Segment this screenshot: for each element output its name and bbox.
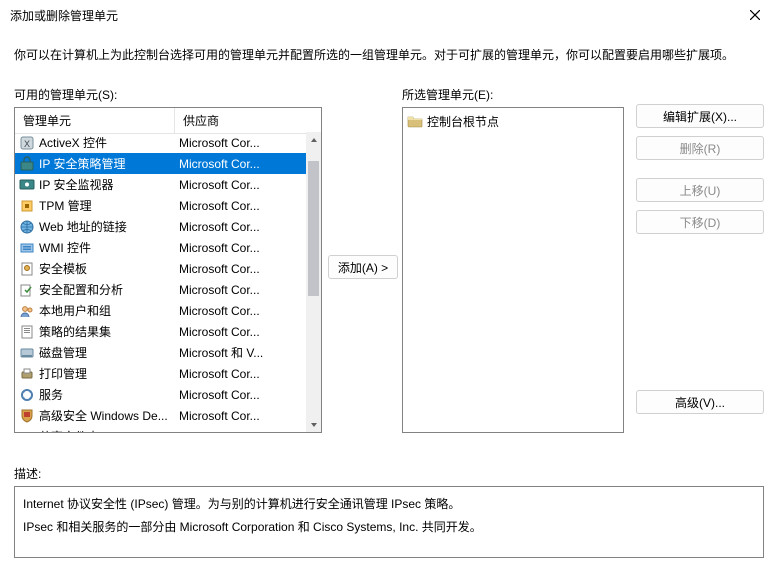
list-item[interactable]: TPM 管理Microsoft Cor...: [15, 195, 306, 216]
snapin-vendor: Microsoft Cor...: [175, 220, 302, 234]
available-scrollbar[interactable]: [306, 132, 321, 432]
snapin-name: 本地用户和组: [39, 302, 175, 319]
snapin-name: 磁盘管理: [39, 344, 175, 361]
snapin-icon: [19, 387, 35, 403]
list-item[interactable]: IP 安全监视器Microsoft Cor...: [15, 174, 306, 195]
add-button[interactable]: 添加(A) >: [328, 255, 398, 279]
snapin-vendor: Microsoft Cor...: [175, 199, 302, 213]
snapin-icon: [19, 345, 35, 361]
list-item[interactable]: Web 地址的链接Microsoft Cor...: [15, 216, 306, 237]
titlebar: 添加或删除管理单元: [0, 0, 778, 30]
list-item[interactable]: WMI 控件Microsoft Cor...: [15, 237, 306, 258]
intro-text: 你可以在计算机上为此控制台选择可用的管理单元并配置所选的一组管理单元。对于可扩展…: [0, 30, 778, 65]
snapin-icon: [19, 177, 35, 193]
snapin-vendor: Microsoft Cor...: [175, 367, 302, 381]
snapin-icon: [19, 240, 35, 256]
description-label: 描述:: [14, 465, 764, 482]
available-header: 管理单元 供应商: [15, 108, 321, 134]
snapin-icon: [19, 324, 35, 340]
description-line2: IPsec 和相关服务的一部分由 Microsoft Corporation 和…: [23, 516, 755, 539]
tree-root-label: 控制台根节点: [427, 113, 499, 130]
snapin-name: 安全配置和分析: [39, 281, 175, 298]
snapin-name: 策略的结果集: [39, 323, 175, 340]
snapin-vendor: Microsoft 和 V...: [175, 344, 302, 361]
snapin-icon: [19, 303, 35, 319]
selected-label: 所选管理单元(E):: [402, 86, 624, 103]
snapin-name: 服务: [39, 386, 175, 403]
snapin-name: Web 地址的链接: [39, 218, 175, 235]
snapin-name: 安全模板: [39, 260, 175, 277]
scroll-thumb[interactable]: [308, 161, 319, 296]
list-item[interactable]: 安全配置和分析Microsoft Cor...: [15, 279, 306, 300]
snapin-vendor: Microsoft Cor...: [175, 409, 302, 423]
description-box: Internet 协议安全性 (IPsec) 管理。为与别的计算机进行安全通讯管…: [14, 486, 764, 558]
list-item[interactable]: 服务Microsoft Cor...: [15, 384, 306, 405]
description-section: 描述: Internet 协议安全性 (IPsec) 管理。为与别的计算机进行安…: [14, 465, 764, 561]
list-item[interactable]: X ActiveX 控件Microsoft Cor...: [15, 132, 306, 153]
close-button[interactable]: [732, 0, 778, 30]
list-item[interactable]: 本地用户和组Microsoft Cor...: [15, 300, 306, 321]
list-item[interactable]: IP 安全策略管理Microsoft Cor...: [15, 153, 306, 174]
svg-text:X: X: [24, 139, 30, 149]
snapin-icon: [19, 282, 35, 298]
scroll-down-button[interactable]: [306, 417, 321, 432]
snapin-name: WMI 控件: [39, 239, 175, 256]
available-label: 可用的管理单元(S):: [14, 86, 322, 103]
snapin-vendor: Microsoft Cor...: [175, 304, 302, 318]
selected-section: 所选管理单元(E): 控制台根节点: [402, 86, 624, 433]
snapin-icon: X: [19, 135, 35, 151]
snapin-vendor: Microsoft Cor...: [175, 430, 302, 433]
description-line1: Internet 协议安全性 (IPsec) 管理。为与别的计算机进行安全通讯管…: [23, 493, 755, 516]
available-list-body: XActiveX 控件Microsoft Cor...IP 安全策略管理Micr…: [15, 132, 306, 432]
close-icon: [750, 10, 760, 20]
available-listview[interactable]: 管理单元 供应商 XActiveX 控件Microsoft Cor...IP 安…: [14, 107, 322, 433]
snapin-icon: [19, 198, 35, 214]
snapin-name: ActiveX 控件: [39, 134, 175, 151]
snapin-vendor: Microsoft Cor...: [175, 325, 302, 339]
col-header-vendor[interactable]: 供应商: [175, 108, 321, 134]
selected-tree[interactable]: 控制台根节点: [402, 107, 624, 433]
snapin-name: 打印管理: [39, 365, 175, 382]
list-item[interactable]: 打印管理Microsoft Cor...: [15, 363, 306, 384]
move-down-button[interactable]: 下移(D): [636, 210, 764, 234]
snapin-icon: [19, 429, 35, 433]
snapin-vendor: Microsoft Cor...: [175, 283, 302, 297]
middle-column: 添加(A) >: [326, 104, 400, 430]
list-item[interactable]: 高级安全 Windows De...Microsoft Cor...: [15, 405, 306, 426]
snapin-name: IP 安全监视器: [39, 176, 175, 193]
move-up-button[interactable]: 上移(U): [636, 178, 764, 202]
snapin-vendor: Microsoft Cor...: [175, 388, 302, 402]
edit-extensions-button[interactable]: 编辑扩展(X)...: [636, 104, 764, 128]
available-section: 可用的管理单元(S): 管理单元 供应商 XActiveX 控件Microsof…: [14, 86, 322, 433]
scroll-up-button[interactable]: [306, 132, 321, 147]
list-item[interactable]: 磁盘管理Microsoft 和 V...: [15, 342, 306, 363]
snapin-vendor: Microsoft Cor...: [175, 136, 302, 150]
snapin-name: TPM 管理: [39, 197, 175, 214]
snapin-name: 共享文件夹: [39, 428, 175, 432]
main-area: 可用的管理单元(S): 管理单元 供应商 XActiveX 控件Microsof…: [14, 86, 764, 459]
snapin-name: IP 安全策略管理: [39, 155, 175, 172]
snapin-vendor: Microsoft Cor...: [175, 262, 302, 276]
snapin-icon: [19, 408, 35, 424]
list-item[interactable]: 共享文件夹Microsoft Cor...: [15, 426, 306, 432]
tree-root-item[interactable]: 控制台根节点: [407, 112, 619, 130]
snapin-vendor: Microsoft Cor...: [175, 241, 302, 255]
snapin-icon: [19, 366, 35, 382]
snapin-name: 高级安全 Windows De...: [39, 407, 175, 424]
snapin-vendor: Microsoft Cor...: [175, 157, 302, 171]
snapin-icon: [19, 261, 35, 277]
remove-button[interactable]: 删除(R): [636, 136, 764, 160]
folder-icon: [407, 113, 423, 129]
col-header-name[interactable]: 管理单元: [15, 108, 175, 134]
scroll-track[interactable]: [306, 147, 321, 417]
snapin-icon: [19, 219, 35, 235]
advanced-button[interactable]: 高级(V)...: [636, 390, 764, 414]
right-button-column: 编辑扩展(X)... 删除(R) 上移(U) 下移(D) 高级(V)...: [636, 104, 764, 422]
list-item[interactable]: 安全模板Microsoft Cor...: [15, 258, 306, 279]
window-title: 添加或删除管理单元: [10, 7, 118, 24]
snapin-vendor: Microsoft Cor...: [175, 178, 302, 192]
snapin-icon: [19, 156, 35, 172]
list-item[interactable]: 策略的结果集Microsoft Cor...: [15, 321, 306, 342]
